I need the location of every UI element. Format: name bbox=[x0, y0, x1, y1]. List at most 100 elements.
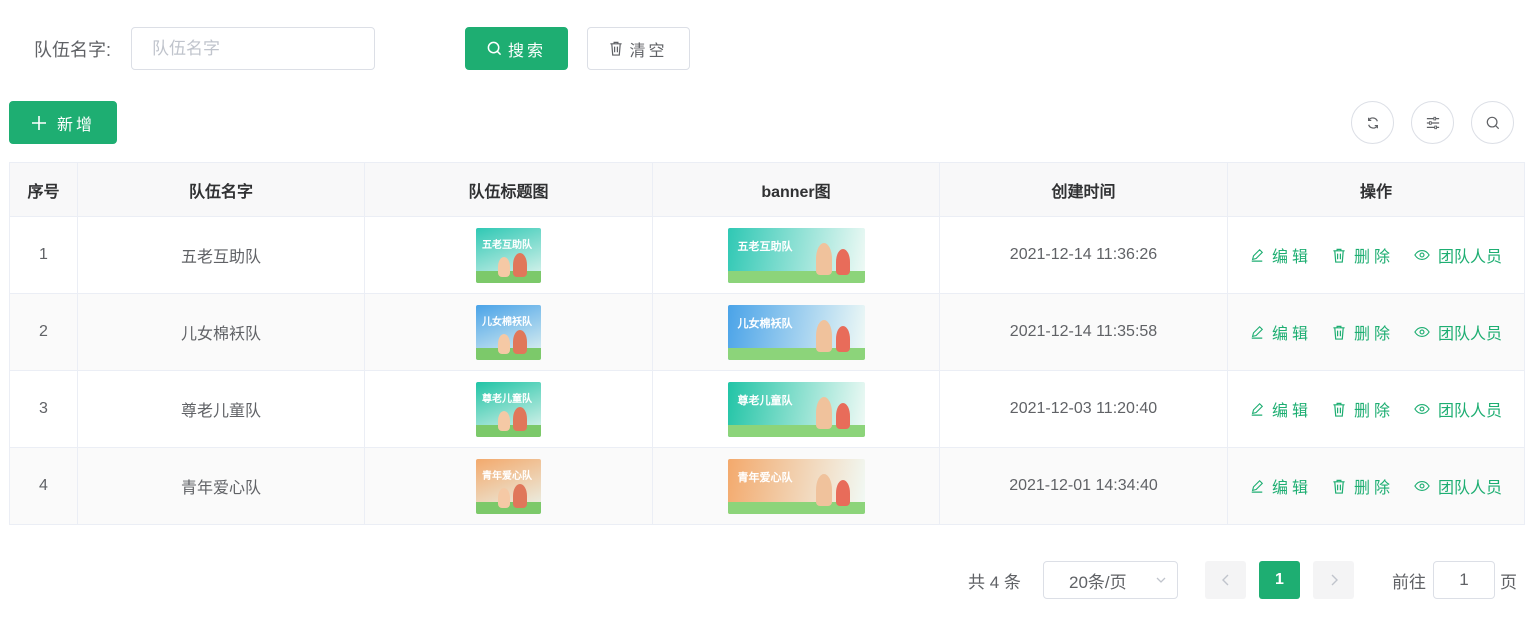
add-button[interactable]: 新增 bbox=[9, 101, 117, 144]
cell-index: 1 bbox=[9, 216, 78, 294]
edit-label: 编辑 bbox=[1271, 480, 1312, 497]
next-page-button[interactable] bbox=[1313, 561, 1354, 599]
trash-icon bbox=[1333, 248, 1345, 263]
figure-decoration bbox=[835, 325, 850, 352]
prev-page-button[interactable] bbox=[1205, 561, 1246, 599]
filter-settings-icon bbox=[1426, 116, 1439, 129]
eye-icon bbox=[1414, 326, 1430, 338]
banner-image[interactable]: 青年爱心队 bbox=[727, 458, 865, 514]
clear-button[interactable]: 清空 bbox=[587, 27, 690, 70]
figure-decoration bbox=[513, 406, 527, 431]
team-members-label: 团队人员 bbox=[1438, 480, 1503, 497]
cell-title-image: 五老互助队 bbox=[364, 216, 653, 294]
banner-image[interactable]: 五老互助队 bbox=[727, 227, 865, 283]
title-image-text: 尊老儿童队 bbox=[482, 393, 532, 405]
page-number-current[interactable]: 1 bbox=[1259, 561, 1300, 599]
column-settings-button[interactable] bbox=[1411, 101, 1454, 144]
edit-button[interactable]: 编辑 bbox=[1250, 474, 1312, 498]
search-button-label: 搜索 bbox=[507, 42, 546, 60]
edit-button[interactable]: 编辑 bbox=[1250, 397, 1312, 421]
figure-decoration bbox=[815, 396, 832, 429]
search-icon bbox=[487, 41, 502, 56]
goto-label: 前往 bbox=[1392, 573, 1426, 592]
cell-created-time: 2021-12-14 11:35:58 bbox=[939, 293, 1228, 371]
cell-created-time: 2021-12-14 11:36:26 bbox=[939, 216, 1228, 294]
team-name-input[interactable] bbox=[131, 27, 375, 70]
table-row: 4 青年爱心队 青年爱心队 青年爱心队 2021-12-01 14:34:40 bbox=[9, 447, 1525, 525]
search-icon bbox=[1486, 116, 1499, 129]
title-image[interactable]: 五老互助队 bbox=[476, 227, 541, 283]
clear-button-label: 清空 bbox=[629, 42, 668, 60]
cell-title-image: 儿女棉袄队 bbox=[364, 293, 653, 371]
cell-actions: 编辑 删除 团队人员 bbox=[1227, 293, 1525, 371]
pagination-total: 共 4 条 bbox=[968, 573, 1021, 592]
edit-label: 编辑 bbox=[1271, 403, 1312, 420]
team-members-label: 团队人员 bbox=[1438, 249, 1503, 266]
banner-image[interactable]: 儿女棉袄队 bbox=[727, 304, 865, 360]
edit-button[interactable]: 编辑 bbox=[1250, 243, 1312, 267]
trash-icon bbox=[1333, 479, 1345, 494]
title-image[interactable]: 尊老儿童队 bbox=[476, 381, 541, 437]
cell-title-image: 尊老儿童队 bbox=[364, 370, 653, 448]
page-suffix-label: 页 bbox=[1500, 573, 1517, 592]
cell-team-name: 尊老儿童队 bbox=[77, 370, 365, 448]
cell-index: 2 bbox=[9, 293, 78, 371]
header-title-image: 队伍标题图 bbox=[364, 162, 653, 217]
figure-decoration bbox=[835, 479, 850, 506]
delete-button[interactable]: 删除 bbox=[1332, 397, 1394, 421]
cell-team-name: 青年爱心队 bbox=[77, 447, 365, 525]
title-image[interactable]: 儿女棉袄队 bbox=[476, 304, 541, 360]
delete-button[interactable]: 删除 bbox=[1332, 474, 1394, 498]
figure-decoration bbox=[498, 256, 510, 277]
delete-button[interactable]: 删除 bbox=[1332, 320, 1394, 344]
cell-banner: 五老互助队 bbox=[652, 216, 940, 294]
edit-icon bbox=[1251, 402, 1264, 416]
cell-banner: 儿女棉袄队 bbox=[652, 293, 940, 371]
refresh-icon bbox=[1367, 116, 1378, 129]
table-row: 1 五老互助队 五老互助队 五老互助队 2021-12-14 11:36:26 bbox=[9, 216, 1525, 294]
banner-image-text: 儿女棉袄队 bbox=[737, 317, 793, 330]
header-banner: banner图 bbox=[652, 162, 940, 217]
cell-actions: 编辑 删除 团队人员 bbox=[1227, 447, 1525, 525]
cell-banner: 青年爱心队 bbox=[652, 447, 940, 525]
figure-decoration bbox=[815, 319, 832, 352]
banner-image-text: 尊老儿童队 bbox=[737, 394, 793, 407]
banner-image[interactable]: 尊老儿童队 bbox=[727, 381, 865, 437]
figure-decoration bbox=[815, 242, 832, 275]
team-members-label: 团队人员 bbox=[1438, 326, 1503, 343]
delete-button[interactable]: 删除 bbox=[1332, 243, 1394, 267]
banner-image-text: 青年爱心队 bbox=[737, 471, 793, 484]
delete-label: 删除 bbox=[1353, 249, 1394, 266]
team-members-label: 团队人员 bbox=[1438, 403, 1503, 420]
edit-label: 编辑 bbox=[1271, 326, 1312, 343]
search-form: 队伍名字: 搜索 清空 bbox=[0, 27, 1526, 70]
figure-decoration bbox=[498, 410, 510, 431]
edit-icon bbox=[1251, 479, 1264, 493]
cell-banner: 尊老儿童队 bbox=[652, 370, 940, 448]
page-size-select[interactable]: 20条/页 bbox=[1043, 561, 1178, 599]
edit-icon bbox=[1251, 248, 1264, 262]
table-header-row: 序号 队伍名字 队伍标题图 banner图 创建时间 操作 bbox=[9, 162, 1525, 217]
team-members-button[interactable]: 团队人员 bbox=[1414, 397, 1502, 421]
cell-title-image: 青年爱心队 bbox=[364, 447, 653, 525]
figure-decoration bbox=[498, 487, 510, 508]
figure-decoration bbox=[513, 329, 527, 354]
goto-page-input[interactable] bbox=[1433, 561, 1495, 599]
team-members-button[interactable]: 团队人员 bbox=[1414, 474, 1502, 498]
team-name-label: 队伍名字: bbox=[34, 40, 112, 60]
header-actions: 操作 bbox=[1227, 162, 1525, 217]
search-button[interactable]: 搜索 bbox=[465, 27, 568, 70]
eye-icon bbox=[1414, 403, 1430, 415]
toggle-search-button[interactable] bbox=[1471, 101, 1514, 144]
teams-table: 序号 队伍名字 队伍标题图 banner图 创建时间 操作 1 五老互助队 五老… bbox=[9, 162, 1525, 525]
edit-button[interactable]: 编辑 bbox=[1250, 320, 1312, 344]
team-members-button[interactable]: 团队人员 bbox=[1414, 243, 1502, 267]
figure-decoration bbox=[513, 483, 527, 508]
cell-created-time: 2021-12-01 14:34:40 bbox=[939, 447, 1228, 525]
header-created-time: 创建时间 bbox=[939, 162, 1228, 217]
delete-label: 删除 bbox=[1353, 480, 1394, 497]
team-members-button[interactable]: 团队人员 bbox=[1414, 320, 1502, 344]
title-image[interactable]: 青年爱心队 bbox=[476, 458, 541, 514]
page-size-value: 20条/页 bbox=[1069, 572, 1127, 592]
refresh-button[interactable] bbox=[1351, 101, 1394, 144]
